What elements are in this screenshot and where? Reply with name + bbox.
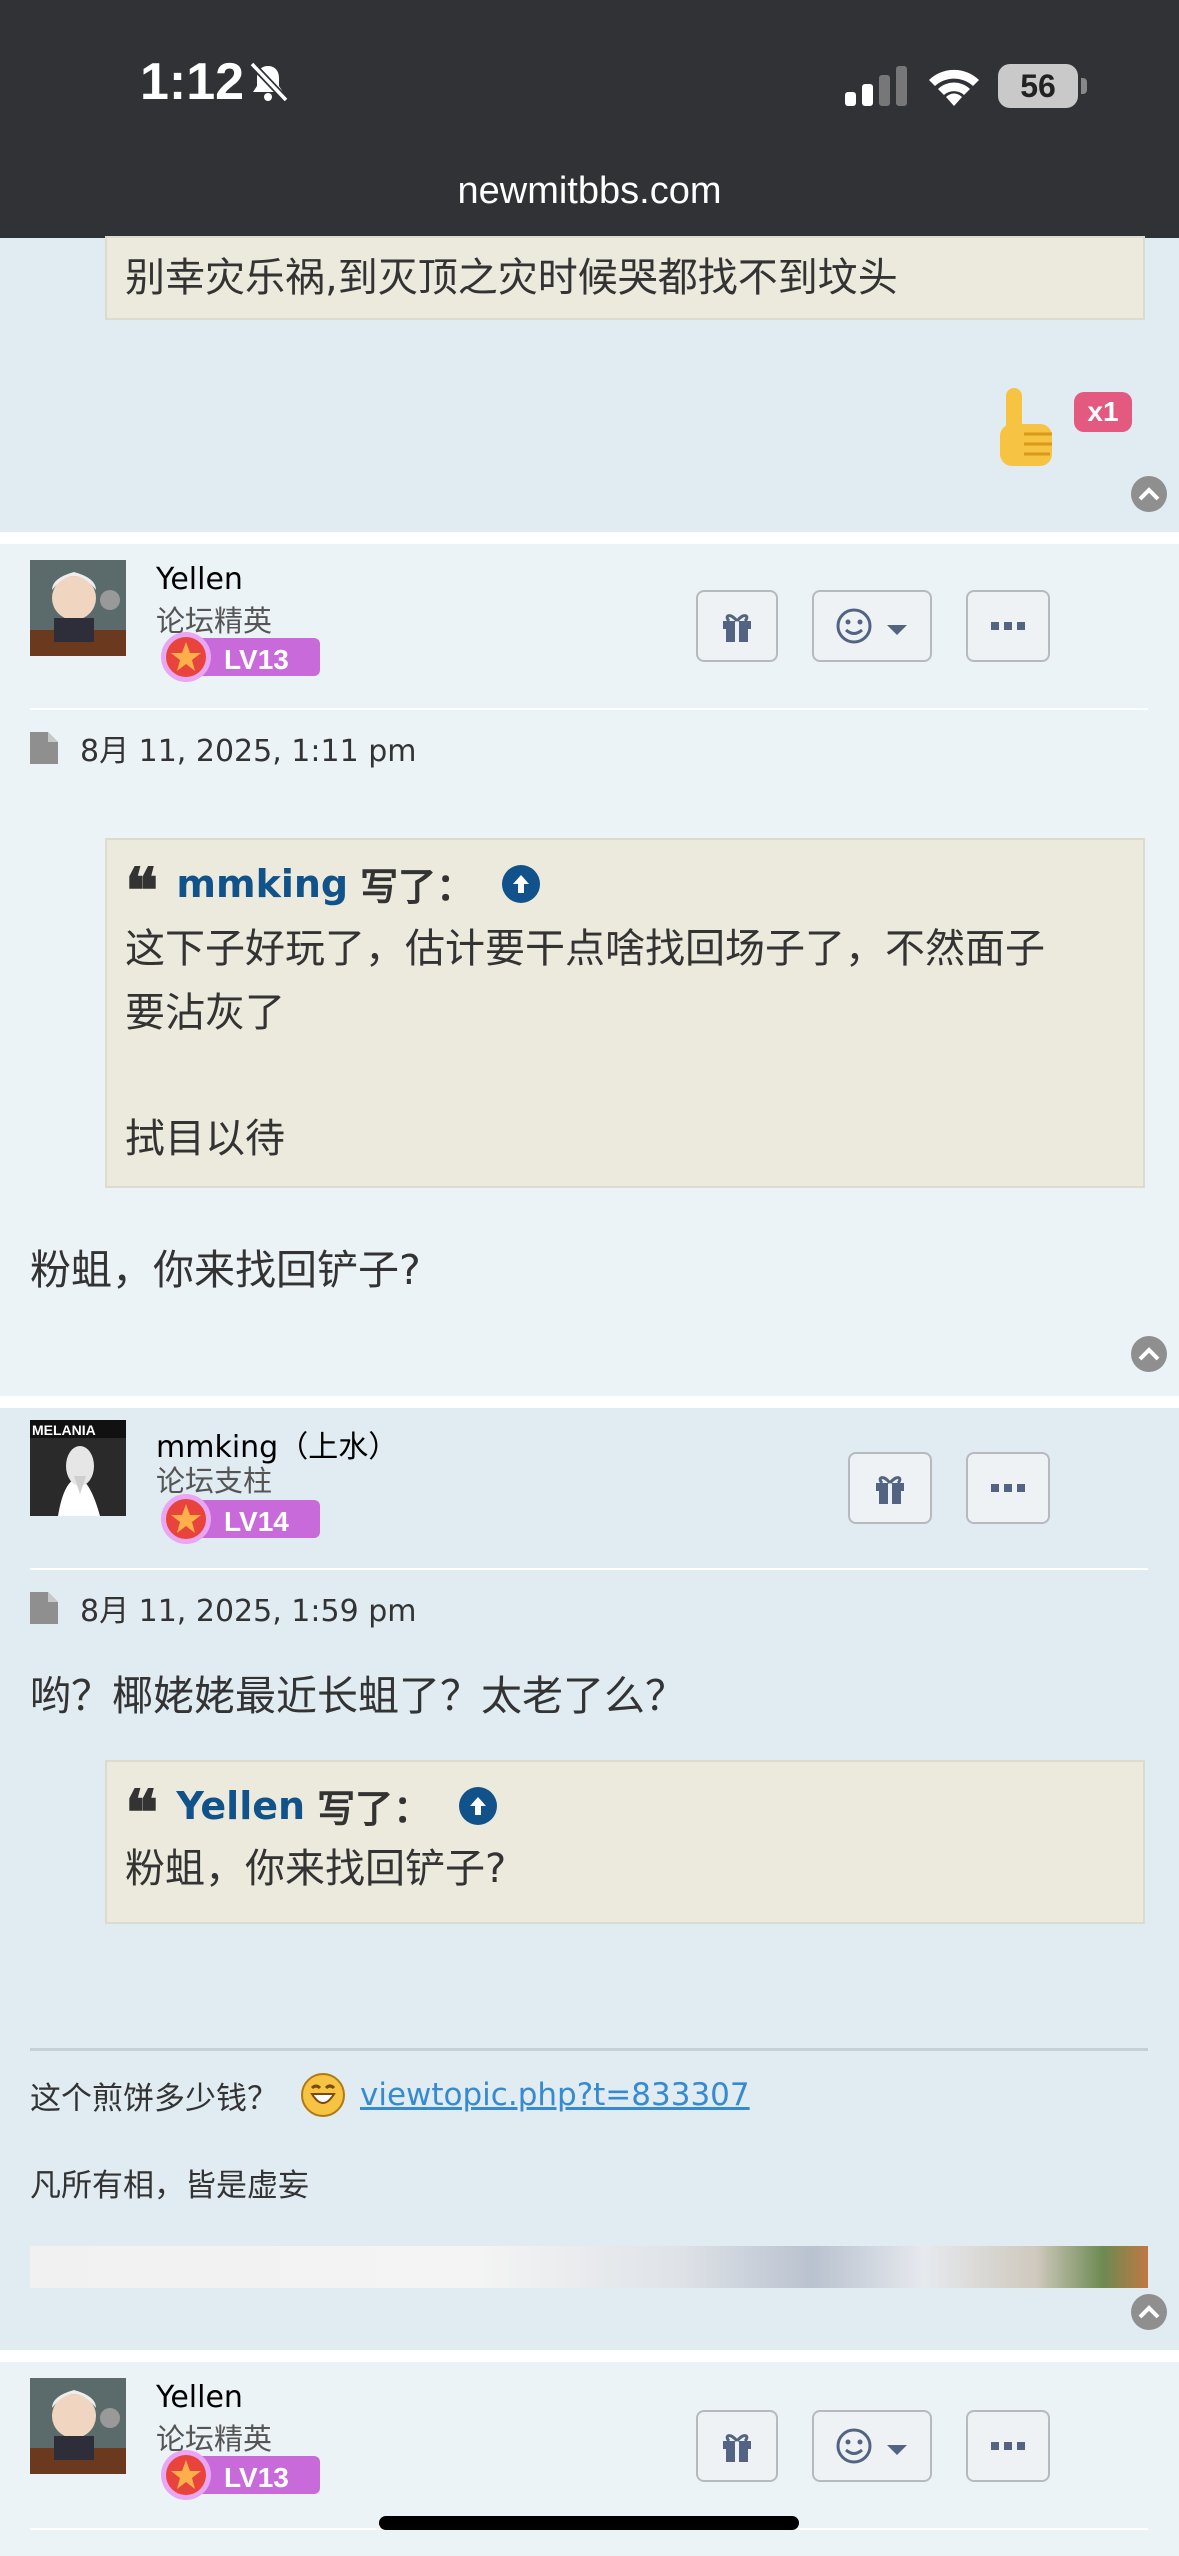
quote-line <box>107 1045 1143 1107</box>
quote-wrote-label: 写了： <box>317 1787 432 1831</box>
post: MELANIA mmking（上水） 论坛支柱 LV14 8月 11, 2025… <box>0 1408 1179 2350</box>
status-time: 1:12 <box>140 53 245 111</box>
jump-to-quoted-post-icon[interactable] <box>502 864 541 903</box>
post-date: 8月 11, 2025, 1:59 pm <box>30 1586 416 1630</box>
back-to-top-button[interactable] <box>1131 1336 1167 1372</box>
gift-button[interactable] <box>696 2410 778 2482</box>
cell-signal-icon <box>845 66 907 106</box>
quote-box: ❝ Yellen 写了： 粉蛆，你来找回铲子? <box>105 1760 1145 1924</box>
post-date: 8月 11, 2025, 1:11 pm <box>30 726 416 770</box>
caret-down-icon <box>887 625 907 635</box>
previous-post: 别幸灾乐祸,到灭顶之灾时候哭都找不到坟头 x1 <box>0 236 1179 532</box>
post-body: 哟？椰姥姥最近长蛆了？太老了么？ <box>30 1672 686 1720</box>
avatar[interactable] <box>30 2378 126 2474</box>
like-count-badge: x1 <box>1074 392 1132 432</box>
quote-line: 这下子好玩了，估计要干点啥找回场子了，不然面子 <box>125 926 1045 972</box>
signature-text: 这个煎饼多少钱？ <box>30 2080 278 2117</box>
post-header-divider <box>30 1568 1148 1570</box>
post-author[interactable]: Yellen <box>156 562 243 597</box>
level-text: LV13 <box>224 644 289 675</box>
smiley-icon <box>836 2428 872 2464</box>
post-separator <box>0 2350 1179 2362</box>
quote-header: ❝ mmking 写了： <box>107 840 1143 927</box>
signature-line: 这个煎饼多少钱？ viewtopic.php?t=833307 <box>30 2072 750 2118</box>
browser-top-bar: 1:12 56 newmitbbs.com <box>0 0 1179 238</box>
jump-to-quoted-post-icon[interactable] <box>459 1786 498 1825</box>
battery-indicator: 56 <box>998 64 1087 108</box>
svg-text:MELANIA: MELANIA <box>32 1422 96 1438</box>
level-badge: LV14 <box>161 1494 320 1544</box>
quote-text: 别幸灾乐祸,到灭顶之灾时候哭都找不到坟头 <box>125 255 898 301</box>
reaction-button[interactable] <box>812 590 932 662</box>
gift-button[interactable] <box>848 1452 932 1524</box>
quote-box: ❝ mmking 写了： 这下子好玩了，估计要干点啥找回场子了，不然面子 要沾灰… <box>105 838 1145 1188</box>
quote-line: 拭目以待 <box>125 1116 285 1162</box>
signature-divider <box>30 2048 1148 2051</box>
quote-author[interactable]: Yellen <box>176 1784 305 1828</box>
post-separator <box>0 1396 1179 1408</box>
signature-link[interactable]: viewtopic.php?t=833307 <box>360 2077 750 2113</box>
file-icon[interactable] <box>30 1592 58 1624</box>
smiley-icon <box>836 608 872 644</box>
quote-mark-icon: ❝ <box>125 1775 159 1849</box>
avatar[interactable] <box>30 560 126 656</box>
post-date-text: 8月 11, 2025, 1:11 pm <box>80 734 417 769</box>
quote-line: 要沾灰了 <box>125 990 285 1036</box>
level-badge: LV13 <box>161 2450 320 2500</box>
chevron-up-icon <box>1138 487 1160 501</box>
gift-button[interactable] <box>696 590 778 662</box>
signature-image <box>30 2246 1148 2288</box>
post-header-divider <box>30 708 1148 710</box>
back-to-top-button[interactable] <box>1131 2294 1167 2330</box>
more-icon <box>991 622 1025 630</box>
grinning-emoji-icon <box>301 2073 345 2117</box>
wifi-icon <box>929 69 979 106</box>
level-badge: LV13 <box>161 632 320 682</box>
silent-bell-icon <box>249 61 289 103</box>
gift-icon <box>723 2434 751 2462</box>
more-icon <box>991 1484 1025 1492</box>
quote-wrote-label: 写了： <box>360 865 475 909</box>
more-options-button[interactable] <box>966 1452 1050 1524</box>
back-to-top-button[interactable] <box>1131 476 1167 512</box>
more-options-button[interactable] <box>966 590 1050 662</box>
chevron-up-icon <box>1138 1347 1160 1361</box>
gift-icon <box>876 1476 904 1504</box>
more-icon <box>991 2442 1025 2450</box>
post-body: 粉蛆，你来找回铲子? <box>30 1246 421 1294</box>
chevron-up-icon <box>1138 2305 1160 2319</box>
quote-header: ❝ Yellen 写了： <box>107 1762 1143 1849</box>
post-separator <box>0 532 1179 544</box>
more-options-button[interactable] <box>966 2410 1050 2482</box>
level-text: LV13 <box>224 2462 289 2493</box>
address-bar-url[interactable]: newmitbbs.com <box>0 170 1179 213</box>
level-text: LV14 <box>224 1506 289 1537</box>
file-icon[interactable] <box>30 732 58 764</box>
thumbs-up-icon <box>1000 388 1052 466</box>
post-date-text: 8月 11, 2025, 1:59 pm <box>80 1594 417 1629</box>
like-reaction[interactable]: x1 <box>996 388 1136 468</box>
quote-box: 别幸灾乐祸,到灭顶之灾时候哭都找不到坟头 <box>105 236 1145 320</box>
avatar[interactable]: MELANIA <box>30 1420 126 1516</box>
quote-author[interactable]: mmking <box>176 862 348 906</box>
reaction-button[interactable] <box>812 2410 932 2482</box>
home-indicator[interactable] <box>379 2516 799 2530</box>
caret-down-icon <box>887 2445 907 2455</box>
post-author[interactable]: Yellen <box>156 2380 243 2415</box>
quote-mark-icon: ❝ <box>125 853 159 927</box>
gift-icon <box>723 614 751 642</box>
quote-line: 粉蛆，你来找回铲子? <box>125 1846 507 1892</box>
post: Yellen 论坛精英 LV13 8月 11, 2025, 1:11 pm ❝ … <box>0 544 1179 1396</box>
signature-line: 凡所有相，皆是虚妄 <box>30 2168 309 2204</box>
